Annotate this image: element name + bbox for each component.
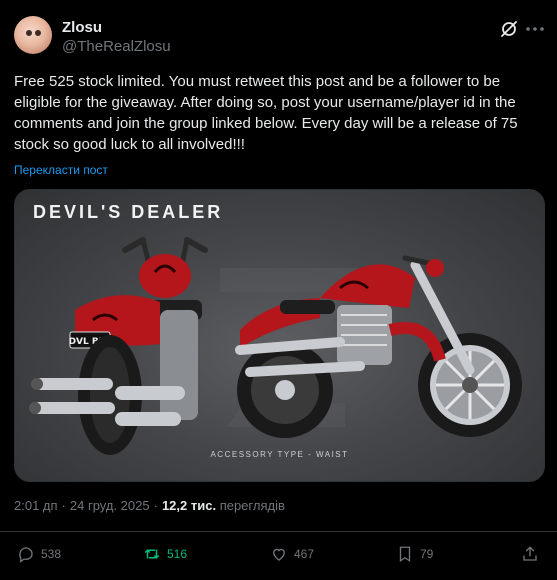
translate-post-link[interactable]: Перекласти пост bbox=[14, 163, 108, 177]
views-label: переглядів bbox=[219, 498, 285, 513]
more-icon[interactable] bbox=[524, 19, 546, 39]
repost-button[interactable]: 516 bbox=[143, 544, 187, 564]
views-count: 12,2 тис. bbox=[161, 498, 217, 513]
user-handle[interactable]: @TheRealZlosu bbox=[62, 38, 171, 55]
post-media-image[interactable]: DEVIL'S DEALER DVL BLR ACCESSORY TYPE - … bbox=[14, 189, 545, 482]
share-icon bbox=[523, 546, 537, 561]
repost-icon bbox=[144, 549, 160, 559]
media-caption: ACCESSORY TYPE - WAIST bbox=[210, 450, 349, 459]
post-date[interactable]: 24 груд. 2025 bbox=[70, 498, 150, 513]
like-count: 467 bbox=[294, 547, 315, 561]
display-name[interactable]: Zlosu bbox=[62, 19, 102, 36]
motorcycle-rear-view: DVL BLR bbox=[29, 237, 208, 455]
bookmark-count: 79 bbox=[420, 547, 434, 561]
reply-icon bbox=[19, 547, 33, 563]
bookmark-icon bbox=[399, 546, 411, 563]
bookmark-button[interactable]: 79 bbox=[396, 544, 433, 564]
like-button[interactable]: 467 bbox=[270, 544, 314, 564]
share-button[interactable] bbox=[521, 544, 545, 564]
grok-icon[interactable] bbox=[499, 19, 519, 39]
motorcycle-illustration: DVL BLR bbox=[29, 237, 522, 455]
reply-count: 538 bbox=[41, 547, 62, 561]
post-time[interactable]: 2:01 дп bbox=[14, 498, 58, 513]
avatar[interactable] bbox=[14, 16, 52, 54]
post-meta: 2:01 дп · 24 груд. 2025 · 12,2 тис. перегляд… bbox=[14, 498, 285, 513]
like-icon bbox=[273, 548, 285, 561]
action-bar: 538 516 467 79 bbox=[0, 531, 557, 580]
repost-count: 516 bbox=[167, 547, 188, 561]
reply-button[interactable]: 538 bbox=[17, 544, 61, 564]
post-text: Free 525 stock limited. You must retweet… bbox=[14, 73, 518, 153]
